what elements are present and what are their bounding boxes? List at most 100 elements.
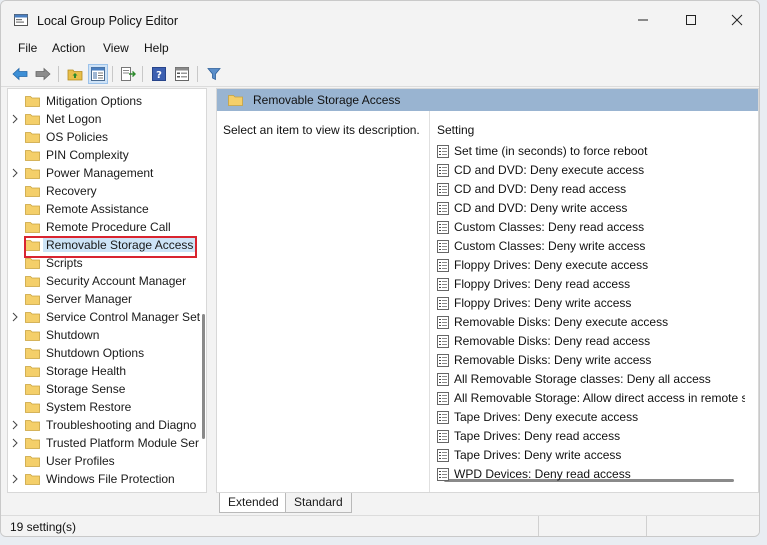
tree-item[interactable]: OS Policies <box>8 128 203 146</box>
tree-item[interactable]: Security Account Manager <box>8 272 203 290</box>
tree-item[interactable]: Server Manager <box>8 290 203 308</box>
chevron-right-icon[interactable] <box>11 492 19 493</box>
tree-item[interactable]: Power Management <box>8 164 203 182</box>
setting-row[interactable]: CD and DVD: Deny execute access <box>435 161 745 180</box>
setting-row[interactable]: Set time (in seconds) to force reboot <box>435 142 745 161</box>
tree-item-label: Removable Storage Access <box>43 238 197 252</box>
tree-item[interactable]: Trusted Platform Module Ser <box>8 434 203 452</box>
tree-item-label: OS Policies <box>46 130 109 144</box>
tree-item[interactable]: User Profiles <box>8 452 203 470</box>
setting-row[interactable]: All Removable Storage classes: Deny all … <box>435 370 745 389</box>
minimize-button[interactable] <box>625 7 661 33</box>
setting-label: Set time (in seconds) to force reboot <box>454 144 648 158</box>
setting-label: All Removable Storage: Allow direct acce… <box>454 391 745 405</box>
policy-setting-icon <box>437 259 449 272</box>
details-header: Removable Storage Access <box>217 89 758 111</box>
tree-item[interactable]: Removable Storage Access <box>8 236 203 254</box>
tab-standard[interactable]: Standard <box>285 493 352 513</box>
chevron-right-icon[interactable] <box>11 168 19 178</box>
tab-extended[interactable]: Extended <box>219 493 288 513</box>
maximize-button[interactable] <box>673 7 709 33</box>
setting-row[interactable]: Custom Classes: Deny write access <box>435 237 745 256</box>
tree-item[interactable]: Remote Assistance <box>8 200 203 218</box>
tree-item-label: Storage Health <box>46 364 127 378</box>
tree-item[interactable]: Windows File Protection <box>8 470 203 488</box>
menu-view[interactable]: View <box>103 41 129 55</box>
chevron-right-icon[interactable] <box>11 420 19 430</box>
properties-icon <box>175 67 189 81</box>
vertical-scrollbar[interactable] <box>202 314 205 439</box>
tree-item[interactable]: Remote Procedure Call <box>8 218 203 236</box>
menu-action[interactable]: Action <box>52 41 85 55</box>
setting-row[interactable]: Removable Disks: Deny execute access <box>435 313 745 332</box>
column-header-setting[interactable]: Setting <box>437 123 474 137</box>
chevron-right-icon[interactable] <box>11 438 19 448</box>
menu-file[interactable]: File <box>18 41 37 55</box>
setting-row[interactable]: Floppy Drives: Deny execute access <box>435 256 745 275</box>
setting-row[interactable]: Custom Classes: Deny read access <box>435 218 745 237</box>
setting-row[interactable]: Floppy Drives: Deny write access <box>435 294 745 313</box>
folder-icon <box>25 491 40 493</box>
setting-row[interactable]: Removable Disks: Deny read access <box>435 332 745 351</box>
status-cell: 19 setting(s) <box>1 516 539 536</box>
policy-setting-icon <box>437 335 449 348</box>
details-pane: Removable Storage Access Select an item … <box>216 88 759 493</box>
setting-row[interactable]: Tape Drives: Deny write access <box>435 446 745 465</box>
toolbar-separator <box>142 66 143 82</box>
tree-item[interactable]: Shutdown <box>8 326 203 344</box>
chevron-right-icon[interactable] <box>11 114 19 124</box>
setting-label: CD and DVD: Deny write access <box>454 201 628 215</box>
setting-row[interactable]: All Removable Storage: Allow direct acce… <box>435 389 745 408</box>
details-title: Removable Storage Access <box>253 93 401 107</box>
tree-item[interactable]: PIN Complexity <box>8 146 203 164</box>
close-button[interactable] <box>719 7 755 33</box>
forward-button[interactable] <box>33 64 53 84</box>
export-list-button[interactable] <box>118 64 138 84</box>
tree-item[interactable]: Shutdown Options <box>8 344 203 362</box>
toolbar-separator <box>58 66 59 82</box>
svg-text:?: ? <box>156 70 162 81</box>
tree-item-label: System Restore <box>46 400 132 414</box>
setting-row[interactable]: Tape Drives: Deny read access <box>435 427 745 446</box>
chevron-right-icon[interactable] <box>11 474 19 484</box>
menu-help[interactable]: Help <box>144 41 169 55</box>
tree-item[interactable]: Storage Health <box>8 362 203 380</box>
title-bar[interactable]: Local Group Policy Editor <box>1 1 759 37</box>
policy-setting-icon <box>437 449 449 462</box>
status-bar: 19 setting(s) <box>1 515 759 536</box>
tree-item[interactable]: Net Logon <box>8 110 203 128</box>
minimize-icon <box>638 19 648 21</box>
up-level-button[interactable] <box>65 64 85 84</box>
setting-row[interactable]: CD and DVD: Deny write access <box>435 199 745 218</box>
tree-item[interactable]: Storage Sense <box>8 380 203 398</box>
setting-row[interactable]: CD and DVD: Deny read access <box>435 180 745 199</box>
tree-item[interactable]: Mitigation Options <box>8 92 203 110</box>
folder-icon <box>25 294 40 305</box>
setting-row[interactable]: Removable Disks: Deny write access <box>435 351 745 370</box>
chevron-right-icon[interactable] <box>11 312 19 322</box>
maximize-icon <box>686 15 696 25</box>
tree-item[interactable]: Recovery <box>8 182 203 200</box>
tree-item[interactable]: Troubleshooting and Diagno <box>8 416 203 434</box>
policy-setting-icon <box>437 145 449 158</box>
filter-button[interactable] <box>204 64 224 84</box>
setting-row[interactable]: WPD Devices: Deny read access <box>435 465 745 484</box>
help-button[interactable]: ? <box>149 64 169 84</box>
back-button[interactable] <box>10 64 30 84</box>
tree-item[interactable]: Service Control Manager Set <box>8 308 203 326</box>
tree-item[interactable]: Windows Time Service <box>8 488 203 493</box>
tree-item-label: Mitigation Options <box>46 94 143 108</box>
status-cell <box>539 516 647 536</box>
export-list-icon <box>121 67 136 81</box>
settings-list[interactable]: Setting Set time (in seconds) to force r… <box>429 111 758 492</box>
properties-button[interactable] <box>172 64 192 84</box>
show-hide-tree-button[interactable] <box>88 64 108 84</box>
tree-item[interactable]: Scripts <box>8 254 203 272</box>
setting-row[interactable]: Floppy Drives: Deny read access <box>435 275 745 294</box>
setting-row[interactable]: Tape Drives: Deny execute access <box>435 408 745 427</box>
tree-item-label: Remote Procedure Call <box>46 220 171 234</box>
folder-icon <box>25 366 40 377</box>
tree-item[interactable]: System Restore <box>8 398 203 416</box>
console-tree[interactable]: Mitigation Options Net Logon OS Policies PI… <box>7 88 207 493</box>
tree-item-label: User Profiles <box>46 454 115 468</box>
